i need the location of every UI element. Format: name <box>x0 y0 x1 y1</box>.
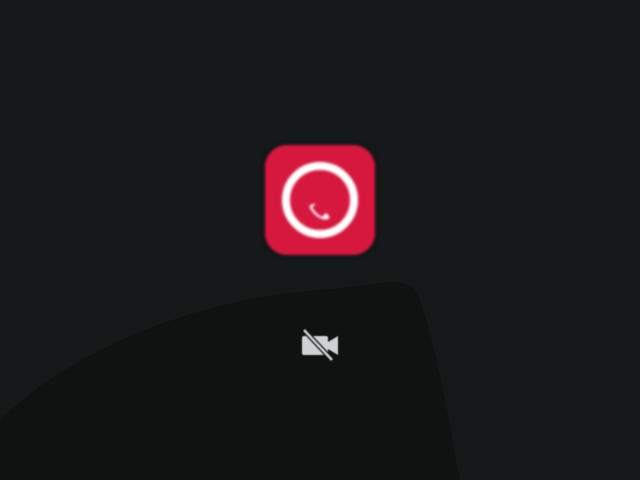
call-app-button[interactable] <box>265 145 375 255</box>
call-screen <box>0 0 640 480</box>
camera-off-icon <box>302 328 338 362</box>
camera-off-button[interactable] <box>300 327 340 362</box>
phone-ring-icon <box>282 162 358 238</box>
